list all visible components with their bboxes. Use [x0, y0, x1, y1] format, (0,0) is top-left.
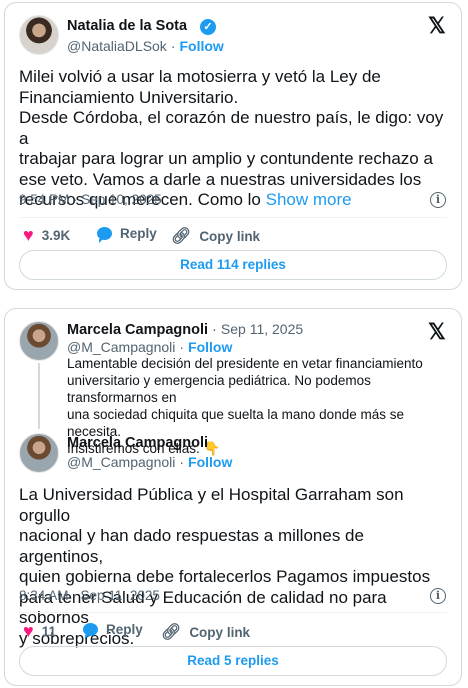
author-handle-line: @NataliaDLSok · Follow — [67, 38, 224, 54]
quoted-author-line: Marcela Campagnoli · Sep 11, 2025 — [67, 321, 304, 338]
quoted-handle[interactable]: @M_Campagnoli — [67, 339, 175, 355]
copy-link-label: Copy link — [199, 228, 261, 244]
avatar[interactable] — [19, 433, 59, 473]
tweet-text-line: Milei volvió a usar la motosierra y vetó… — [19, 67, 381, 86]
timestamp[interactable]: 8:34 AM · Sep 11, 2025 — [19, 588, 160, 603]
quoted-avatar[interactable] — [19, 321, 59, 361]
show-more-link[interactable]: Show more — [266, 190, 352, 209]
tweet-text-line: ese veto. Vamos a darle a nuestras unive… — [19, 169, 422, 189]
reply-button[interactable]: Reply — [97, 226, 157, 243]
copy-link-button[interactable]: 🔗︎ Copy link — [161, 622, 250, 642]
like-count: 11 — [41, 624, 56, 639]
tweet-text: Milei volvió a usar la motosierra y vetó… — [19, 67, 451, 211]
divider — [19, 217, 447, 218]
author-handle-line: @M_Campagnoli · Follow — [67, 454, 233, 470]
tweet-text-line: La Universidad Pública y el Hospital Gar… — [19, 485, 404, 525]
tweet-text-line: trabajar para lograr un amplio y contund… — [19, 149, 433, 168]
read-replies-button[interactable]: Read 5 replies — [19, 646, 447, 676]
author-handle[interactable]: @M_Campagnoli — [67, 454, 175, 470]
author-handle[interactable]: @NataliaDLSok — [67, 38, 167, 54]
reply-bubble-icon — [97, 227, 112, 243]
verified-badge-icon: ✓ — [200, 19, 216, 35]
avatar[interactable] — [19, 15, 59, 55]
reply-label: Reply — [106, 622, 143, 637]
x-logo-icon[interactable]: 𝕏 — [428, 321, 446, 343]
follow-button[interactable]: Follow — [188, 454, 232, 470]
like-count: 3.9K — [41, 228, 71, 243]
quoted-text-line: universitario y emergencia pediátrica. N… — [67, 373, 371, 405]
like-button[interactable]: ♥ 11 — [23, 621, 56, 642]
follow-button[interactable]: Follow — [179, 38, 223, 54]
copy-link-button[interactable]: 🔗︎ Copy link — [171, 226, 260, 246]
link-icon: 🔗︎ — [161, 624, 182, 641]
reply-label: Reply — [120, 226, 157, 241]
quoted-date[interactable]: Sep 11, 2025 — [221, 321, 303, 337]
tweet-text-line: quien gobierna debe fortalecerlos Pagamo… — [19, 567, 431, 586]
quoted-handle-line: @M_Campagnoli · Follow — [67, 339, 233, 355]
info-icon[interactable]: i — [430, 588, 446, 604]
link-icon: 🔗︎ — [171, 228, 192, 245]
tweet-card-2: Marcela Campagnoli · Sep 11, 2025 @M_Cam… — [4, 308, 462, 686]
copy-link-label: Copy link — [189, 624, 251, 640]
reply-button[interactable]: Reply — [83, 622, 143, 639]
author-name[interactable]: Natalia de la Sota — [67, 18, 187, 34]
x-logo-icon[interactable]: 𝕏 — [428, 15, 446, 37]
thread-line — [38, 363, 40, 429]
tweet-text-line: Desde Córdoba, el corazón de nuestro paí… — [19, 108, 444, 148]
quoted-author-name[interactable]: Marcela Campagnoli — [67, 322, 208, 338]
reply-bubble-icon — [83, 623, 98, 639]
like-button[interactable]: ♥ 3.9K — [23, 225, 70, 246]
quoted-text-line: Lamentable decisión del presidente en ve… — [67, 356, 423, 371]
tweet-card-1: Natalia de la Sota ✓ @NataliaDLSok · Follo… — [4, 2, 462, 290]
heart-icon: ♥ — [23, 225, 34, 245]
quoted-follow-button[interactable]: Follow — [188, 339, 232, 355]
read-replies-button[interactable]: Read 114 replies — [19, 250, 447, 280]
timestamp[interactable]: 9:54 PM · Sep 10, 2025 — [19, 192, 162, 207]
tweet-text-line: nacional y han dado respuestas a millone… — [19, 526, 364, 566]
divider — [19, 612, 447, 613]
tweet-text-line: Financiamiento Universitario. — [19, 87, 239, 107]
author-name[interactable]: Marcela Campagnoli — [67, 435, 208, 451]
heart-icon: ♥ — [23, 621, 34, 641]
info-icon[interactable]: i — [430, 192, 446, 208]
